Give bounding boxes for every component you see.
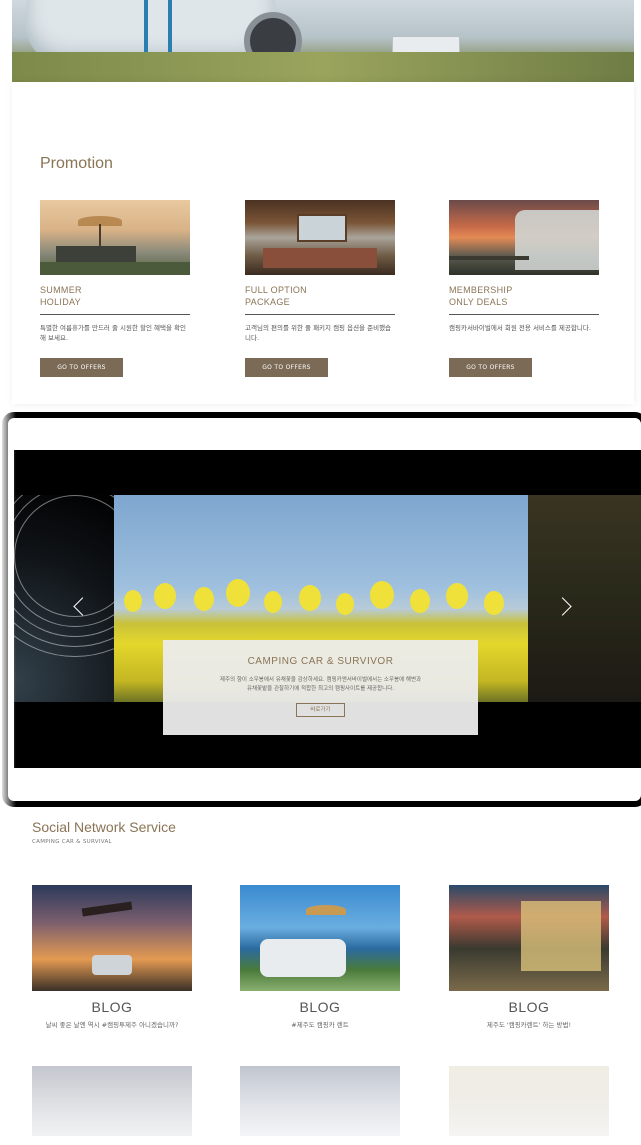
summer-holiday-title: SUMMER HOLIDAY (40, 284, 190, 308)
main-slider[interactable]: CAMPING CAR & SURVIVOR 제주의 향이 소우봉에서 유채꽃을… (14, 450, 641, 768)
blog-post-desc-2: #제주도 캠핑카 렌트 (291, 1021, 349, 1029)
promotion-title: Promotion (40, 155, 113, 172)
prev-slide-preview[interactable] (14, 495, 114, 702)
blog-post-image-2[interactable] (240, 885, 400, 991)
bottom-fade-overlay (0, 1040, 641, 1145)
card-title-line1: FULL OPTION (245, 285, 307, 295)
blog-post-title-3[interactable]: BLOG (449, 999, 609, 1015)
caption-text-line1: 제주의 향이 소우봉에서 유채꽃을 감상하세요. 캠핑카앤서바이벌에서는 소우봉… (219, 677, 422, 683)
left-fade-overlay (0, 82, 16, 1145)
slide-caption-text: 제주의 향이 소우봉에서 유채꽃을 감상하세요. 캠핑카앤서바이벌에서는 소우봉… (193, 676, 448, 694)
sns-subtitle: CAMPING CAR & SURVIVAL (32, 839, 112, 845)
membership-deals-offers-button[interactable]: GO TO OFFERS (449, 358, 532, 377)
caption-text-line2: 유채꽃밭을 관찰하기에 적합한 최고의 캠핑사이트를 제공합니다. (246, 686, 395, 692)
full-option-package-desc: 고객님의 편의를 위한 풀 패키지 캠핑 옵션을 준비했습니다. (245, 324, 392, 342)
hero-image (12, 0, 634, 82)
summer-holiday-desc: 특별한 여름휴가를 만드러 줄 시원한 할인 혜택을 확인해 보세요. (40, 324, 187, 342)
membership-deals-image[interactable] (449, 200, 599, 275)
card-divider (245, 314, 395, 315)
next-slide-preview[interactable] (528, 495, 641, 702)
membership-deals-desc: 캠핑카서바이벌에서 회원 전용 서비스를 제공합니다. (449, 324, 591, 332)
blog-post-title-2[interactable]: BLOG (240, 999, 400, 1015)
card-title-line2: ONLY DEALS (449, 297, 508, 307)
card-divider (449, 314, 599, 315)
slide-caption-title: CAMPING CAR & SURVIVOR (247, 656, 394, 667)
ladder-graphic (144, 0, 172, 60)
summer-holiday-image[interactable] (40, 200, 190, 275)
slide-shortcut-button[interactable]: 바로가기 (296, 703, 345, 717)
card-title-line2: HOLIDAY (40, 297, 81, 307)
card-title-line2: PACKAGE (245, 297, 290, 307)
card-title-line1: SUMMER (40, 285, 82, 295)
full-option-package-title: FULL OPTION PACKAGE (245, 284, 395, 308)
slide-caption: CAMPING CAR & SURVIVOR 제주의 향이 소우봉에서 유채꽃을… (163, 640, 478, 735)
full-option-package-image[interactable] (245, 200, 395, 275)
card-divider (40, 314, 190, 315)
full-option-package-offers-button[interactable]: GO TO OFFERS (245, 358, 328, 377)
sns-title: Social Network Service (32, 819, 176, 835)
card-title-line1: MEMBERSHIP (449, 285, 513, 295)
blog-post-image-1[interactable] (32, 885, 192, 991)
membership-deals-title: MEMBERSHIP ONLY DEALS (449, 284, 599, 308)
grass-graphic (12, 52, 634, 82)
blog-post-image-3[interactable] (449, 885, 609, 991)
summer-holiday-offers-button[interactable]: GO TO OFFERS (40, 358, 123, 377)
blog-post-title-1[interactable]: BLOG (32, 999, 192, 1015)
blog-post-desc-3: 제주도 '캠핑카렌트' 하는 방법! (486, 1021, 572, 1029)
blog-post-desc-1: 날씨 좋은 날엔 역시 #캠핑투제주 아니겠습니까? (45, 1021, 179, 1029)
